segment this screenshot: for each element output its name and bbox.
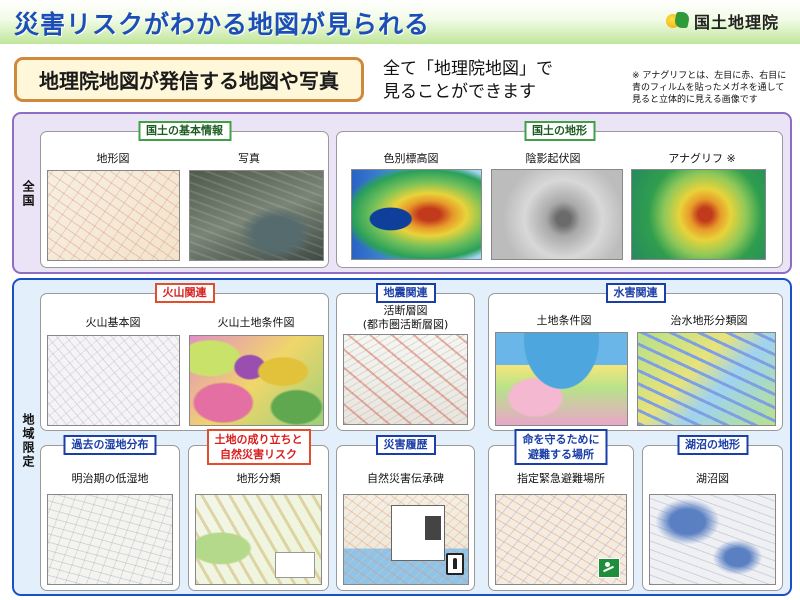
map-thumbnail-monument[interactable] bbox=[343, 494, 469, 585]
map-thumbnail-elevation[interactable] bbox=[351, 169, 482, 260]
tag-flood: 水害関連 bbox=[605, 283, 666, 303]
tag-landform: 土地の成り立ちと 自然災害リスク bbox=[206, 429, 311, 465]
tag-terrain: 国土の地形 bbox=[524, 121, 595, 141]
caption-lake-map: 湖沼図 bbox=[696, 472, 729, 485]
page-title: 災害リスクがわかる地図が見られる bbox=[14, 10, 431, 39]
caption-urban-fault-map: (都市圏活断層図) bbox=[362, 318, 449, 331]
region-label-local: 地域限定 bbox=[21, 413, 35, 469]
monument-info-popup bbox=[391, 505, 445, 561]
header-banner: 災害リスクがわかる地図が見られる 国土地理院 bbox=[0, 0, 800, 44]
gsi-logo: 国土地理院 bbox=[666, 9, 779, 33]
map-thumbnail-evacuation[interactable] bbox=[495, 494, 627, 585]
caption-evacuation-site: 指定緊急避難場所 bbox=[517, 472, 605, 485]
map-thumbnail-volcano-land[interactable] bbox=[189, 335, 324, 426]
map-thumbnail-volcano-base[interactable] bbox=[47, 335, 180, 426]
intro-text-line2: 見ることができます bbox=[383, 82, 536, 102]
map-thumbnail-anaglyph[interactable] bbox=[631, 169, 766, 260]
poster: 災害リスクがわかる地図が見られる 国土地理院 地理院地図が発信する地図や写真 全… bbox=[0, 0, 800, 600]
map-thumbnail-landform[interactable] bbox=[195, 494, 322, 585]
map-thumbnail-photo[interactable] bbox=[189, 170, 324, 261]
caption-flood-landform: 治水地形分類図 bbox=[670, 314, 748, 327]
subtitle: 地理院地図が発信する地図や写真 bbox=[39, 69, 339, 93]
panel-earthquake: 地震関連 活断層図 (都市圏活断層図) bbox=[336, 283, 475, 431]
tag-landform-line1: 土地の成り立ちと bbox=[214, 433, 303, 446]
tag-evacuation-line2: 避難する場所 bbox=[528, 448, 594, 461]
subtitle-box: 地理院地図が発信する地図や写真 bbox=[14, 57, 364, 102]
tag-volcano: 火山関連 bbox=[154, 283, 215, 303]
tag-wetland: 過去の湿地分布 bbox=[63, 435, 157, 455]
gsi-logo-text: 国土地理院 bbox=[694, 13, 780, 32]
panel-wetland: 過去の湿地分布 明治期の低湿地 bbox=[40, 435, 180, 591]
panel-disaster-history: 災害履歴 自然災害伝承碑 bbox=[336, 435, 475, 591]
caption-volcano-base: 火山基本図 bbox=[85, 316, 141, 329]
gsi-logo-icon bbox=[666, 12, 692, 30]
panel-evacuation: 命を守るために 避難する場所 指定緊急避難場所 bbox=[488, 429, 634, 591]
caption-anaglyph: アナグリフ ※ bbox=[668, 152, 736, 165]
footnote-line1: ※ アナグリフとは、左目に赤、右目に bbox=[632, 71, 787, 81]
caption-meiji-wetland: 明治期の低湿地 bbox=[71, 472, 149, 485]
panel-lake: 湖沼の地形 湖沼図 bbox=[642, 435, 783, 591]
map-legend bbox=[275, 552, 315, 578]
panel-volcano: 火山関連 火山基本図 火山土地条件図 bbox=[40, 283, 329, 431]
panel-basic-info: 国土の基本情報 地形図 写真 bbox=[40, 121, 329, 268]
footnote-line2: 青のフィルムを貼ったメガネを通して bbox=[632, 83, 785, 93]
map-thumbnail-wetland[interactable] bbox=[47, 494, 173, 585]
footnote-line3: 見ると立体的に見える画像です bbox=[632, 95, 758, 105]
anaglyph-footnote: ※ アナグリフとは、左目に赤、右目に 青のフィルムを貼ったメガネを通して 見ると… bbox=[632, 70, 792, 106]
caption-elevation: 色別標高図 bbox=[383, 152, 439, 165]
map-thumbnail-land-condition[interactable] bbox=[495, 332, 628, 426]
map-thumbnail-relief[interactable] bbox=[491, 169, 623, 260]
region-label-national: 全国 bbox=[21, 180, 35, 208]
tag-basic-info: 国土の基本情報 bbox=[138, 121, 231, 141]
region-national: 全国 国土の基本情報 地形図 写真 国土の地形 色別標高図 陰影起伏図 アナグリ… bbox=[12, 112, 792, 274]
intro-text: 全て「地理院地図」で 見ることができます bbox=[383, 58, 613, 104]
tag-landform-line2: 自然災害リスク bbox=[220, 448, 297, 461]
caption-land-condition: 土地条件図 bbox=[536, 314, 592, 327]
caption-topo-map: 地形図 bbox=[96, 152, 130, 165]
caption-volcano-land: 火山土地条件図 bbox=[217, 316, 295, 329]
tag-evacuation: 命を守るために 避難する場所 bbox=[514, 429, 608, 465]
caption-photo: 写真 bbox=[238, 152, 260, 165]
region-local: 地域限定 火山関連 火山基本図 火山土地条件図 地震関連 活断層図 (都市圏活断… bbox=[12, 278, 792, 596]
tag-evacuation-line1: 命を守るために bbox=[522, 433, 600, 446]
panel-terrain: 国土の地形 色別標高図 陰影起伏図 アナグリフ ※ bbox=[336, 121, 783, 268]
caption-landform-class: 地形分類 bbox=[236, 472, 281, 485]
map-thumbnail-flood-landform[interactable] bbox=[637, 332, 776, 426]
monument-photo bbox=[425, 516, 441, 540]
tag-lake: 湖沼の地形 bbox=[677, 435, 748, 455]
map-thumbnail-fault[interactable] bbox=[343, 334, 468, 425]
caption-relief: 陰影起伏図 bbox=[525, 152, 581, 165]
monument-icon bbox=[446, 553, 464, 575]
panel-landform: 土地の成り立ちと 自然災害リスク 地形分類 bbox=[188, 429, 329, 591]
intro-text-line1: 全て「地理院地図」で bbox=[383, 59, 553, 79]
map-thumbnail-lake[interactable] bbox=[649, 494, 776, 585]
caption-disaster-monument: 自然災害伝承碑 bbox=[367, 472, 444, 485]
map-thumbnail-topo[interactable] bbox=[47, 170, 180, 261]
tag-earthquake: 地震関連 bbox=[375, 283, 436, 303]
tag-disaster-history: 災害履歴 bbox=[375, 435, 436, 455]
emergency-exit-icon bbox=[598, 558, 620, 578]
panel-flood: 水害関連 土地条件図 治水地形分類図 bbox=[488, 283, 783, 431]
